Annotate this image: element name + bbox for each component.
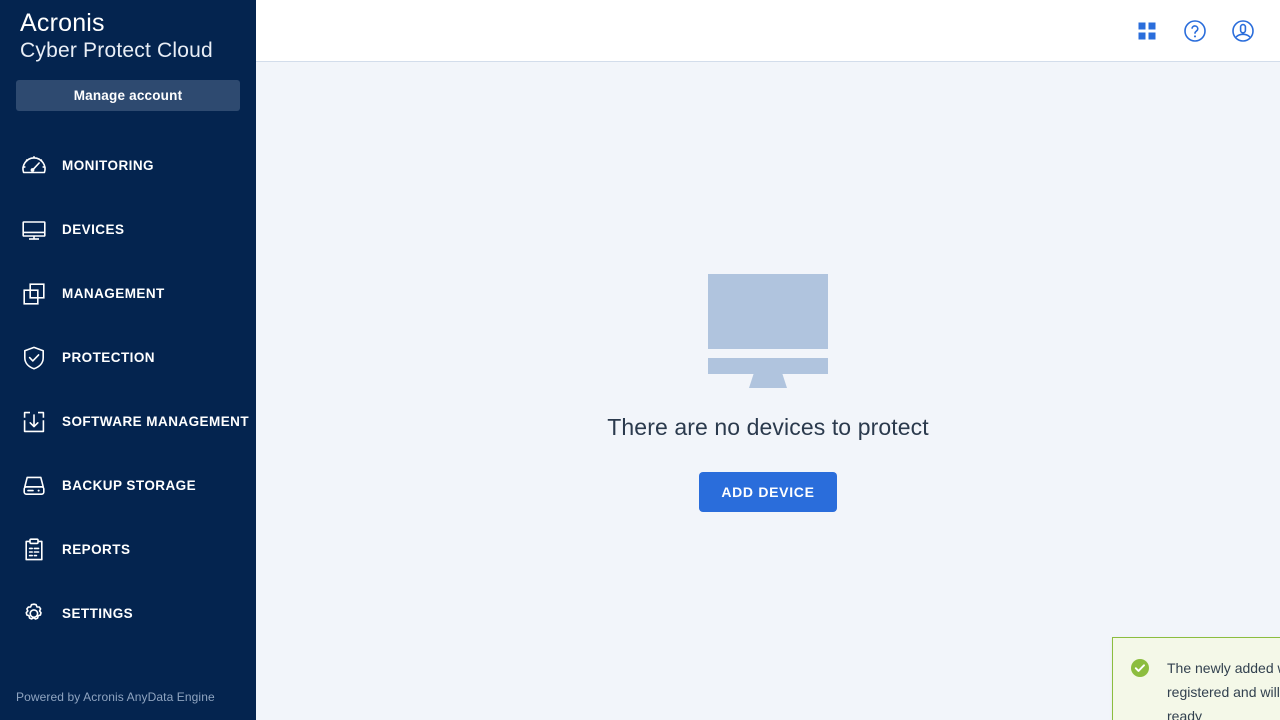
toast-body: The newly added workload is being regist…: [1113, 638, 1280, 720]
sidebar-footer: Powered by Acronis AnyData Engine: [16, 690, 215, 704]
sidebar-item-label: MONITORING: [62, 158, 154, 173]
sidebar-nav: MONITORING DEVICES MANAGEMENT PROTECTION…: [0, 134, 256, 646]
sidebar: Acronis Cyber Protect Cloud Manage accou…: [0, 0, 256, 720]
gear-icon: [14, 594, 54, 634]
sidebar-item-label: BACKUP STORAGE: [62, 478, 197, 493]
brand-logo: Acronis Cyber Protect Cloud: [0, 0, 256, 64]
illustration-base-bar: [708, 358, 828, 374]
acronis-cyber-protect-console: Acronis Cyber Protect Cloud Manage accou…: [0, 0, 1280, 720]
sidebar-item-protection[interactable]: PROTECTION: [0, 326, 256, 390]
windows-stack-icon: [14, 274, 54, 314]
brand-name: Acronis: [20, 9, 105, 37]
sidebar-item-devices[interactable]: DEVICES: [0, 198, 256, 262]
illustration-stand: [749, 374, 787, 388]
sidebar-item-settings[interactable]: SETTINGS: [0, 582, 256, 646]
monitor-icon: [14, 210, 54, 250]
toast-notification: The newly added workload is being regist…: [1112, 637, 1280, 720]
sidebar-item-management[interactable]: MANAGEMENT: [0, 262, 256, 326]
add-device-button[interactable]: ADD DEVICE: [699, 472, 837, 512]
sidebar-item-backup-storage[interactable]: BACKUP STORAGE: [0, 454, 256, 518]
empty-state-title: There are no devices to protect: [607, 414, 929, 440]
topbar: [256, 0, 1280, 62]
sidebar-item-label: DEVICES: [62, 222, 125, 237]
illustration-screen: [708, 274, 828, 349]
apps-grid-icon[interactable]: [1130, 14, 1164, 48]
brand-product: Cyber Protect Cloud: [20, 39, 213, 62]
account-circle-icon[interactable]: [1226, 14, 1260, 48]
sidebar-item-label: REPORTS: [62, 542, 131, 557]
help-circle-icon[interactable]: [1178, 14, 1212, 48]
software-download-icon: [14, 402, 54, 442]
sidebar-item-label: PROTECTION: [62, 350, 156, 365]
sidebar-item-reports[interactable]: REPORTS: [0, 518, 256, 582]
manage-account-button[interactable]: Manage account: [16, 80, 240, 111]
sidebar-item-label: SOFTWARE MANAGEMENT: [62, 414, 250, 429]
empty-state: There are no devices to protect ADD DEVI…: [256, 274, 1280, 512]
monitor-illustration: [708, 274, 828, 388]
sidebar-item-label: SETTINGS: [62, 606, 134, 621]
sidebar-item-software-management[interactable]: SOFTWARE MANAGEMENT: [0, 390, 256, 454]
main-area: There are no devices to protect ADD DEVI…: [256, 0, 1280, 720]
sidebar-item-label: MANAGEMENT: [62, 286, 165, 301]
toast-message: The newly added workload is being regist…: [1167, 660, 1280, 720]
success-check-icon: [1131, 659, 1149, 720]
content-area: There are no devices to protect ADD DEVI…: [256, 62, 1280, 720]
gauge-icon: [14, 146, 54, 186]
shield-check-icon: [14, 338, 54, 378]
hard-drive-icon: [14, 466, 54, 506]
sidebar-item-monitoring[interactable]: MONITORING: [0, 134, 256, 198]
toast-text-block: The newly added workload is being regist…: [1167, 656, 1280, 720]
clipboard-icon: [14, 530, 54, 570]
